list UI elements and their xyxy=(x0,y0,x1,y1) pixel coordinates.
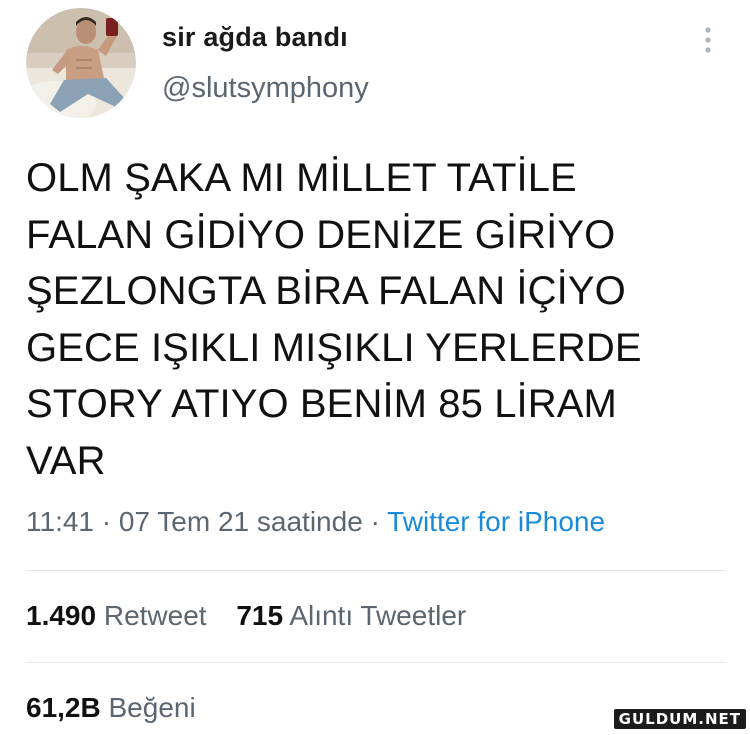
avatar-photo xyxy=(26,8,136,118)
meta-separator: · xyxy=(370,506,380,537)
tweet-screenshot: sir ağda bandı @slutsymphony OLM ŞAKA MI… xyxy=(0,0,750,735)
tweet-source-link[interactable]: Twitter for iPhone xyxy=(387,506,605,537)
tweet-time[interactable]: 11:41 xyxy=(26,506,94,537)
retweets-count: 1.490 xyxy=(26,600,97,631)
tweet-text: OLM ŞAKA MI MİLLET TATİLE FALAN GİDİYO D… xyxy=(26,156,642,483)
likes-label: Beğeni xyxy=(108,692,196,723)
likes-count: 61,2B xyxy=(26,692,101,723)
quotes-label: Alıntı Tweetler xyxy=(289,600,467,631)
engagement-stats-row: 1.490 Retweet 715 Alıntı Tweetler xyxy=(26,600,488,632)
quotes-stat[interactable]: 715 Alıntı Tweetler xyxy=(236,600,466,631)
tweet-meta: 11:41 · 07 Tem 21 saatinde · Twitter for… xyxy=(26,506,605,538)
divider xyxy=(26,662,726,663)
more-vertical-icon[interactable] xyxy=(700,26,716,54)
likes-stats-row: 61,2B Beğeni xyxy=(26,692,218,724)
retweets-stat[interactable]: 1.490 Retweet xyxy=(26,600,207,631)
display-name[interactable]: sir ağda bandı xyxy=(162,22,348,53)
retweets-label: Retweet xyxy=(103,600,207,631)
likes-stat[interactable]: 61,2B Beğeni xyxy=(26,692,196,723)
divider xyxy=(26,570,726,571)
watermark-logo: GULDUM.NET xyxy=(613,709,746,729)
handle[interactable]: @slutsymphony xyxy=(162,72,369,105)
avatar[interactable] xyxy=(26,8,136,118)
quotes-count: 715 xyxy=(236,600,284,631)
tweet-date[interactable]: 07 Tem 21 saatinde xyxy=(119,506,363,537)
meta-separator: · xyxy=(101,506,112,537)
